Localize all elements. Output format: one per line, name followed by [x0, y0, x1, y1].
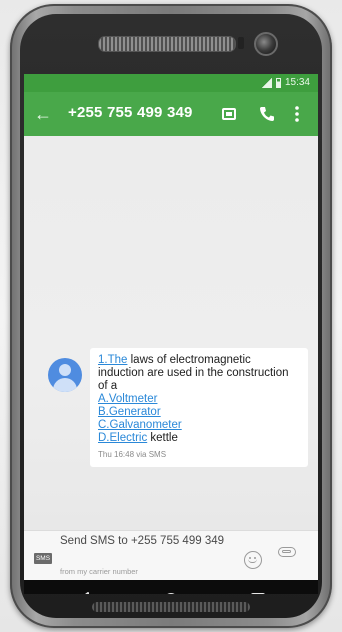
carrier-note: from my carrier number [60, 567, 138, 576]
status-indicators: 15:34 [260, 77, 310, 88]
option-a-link[interactable]: A.Voltmeter [98, 393, 300, 406]
status-time: 15:34 [284, 77, 310, 88]
more-vert-icon[interactable] [290, 103, 304, 125]
message-text: kettle [147, 432, 178, 444]
proximity-sensor [238, 37, 244, 49]
message-line: of a [98, 380, 118, 392]
message-text: laws of electromagnetic [127, 354, 251, 366]
status-bar: 15:34 [24, 74, 318, 92]
arrow-left-icon[interactable]: ← [32, 103, 54, 125]
nav-home-icon[interactable] [159, 588, 183, 594]
sms-badge: SMS [34, 553, 52, 564]
nav-back-icon[interactable] [72, 588, 96, 594]
option-d-link[interactable]: D.Electric [98, 432, 147, 444]
message-line: 1.The laws of electromagnetic [98, 354, 300, 367]
emoji-mouth [248, 559, 257, 563]
android-nav-bar [24, 580, 318, 594]
message-line: D.Electric kettle [98, 432, 300, 445]
phone-icon[interactable] [256, 103, 278, 125]
compose-input[interactable]: Send SMS to +255 755 499 349 [60, 535, 228, 548]
message-list[interactable]: 1.The laws of electromagnetic induction … [24, 136, 318, 530]
avatar-body [53, 378, 77, 392]
compose-bar: SMS Send SMS to +255 755 499 349 from my… [24, 530, 318, 581]
phone-screen: 15:34 ← +255 755 499 349 1.The laws of e… [24, 74, 318, 594]
attach-icon[interactable] [278, 547, 296, 557]
option-c-link[interactable]: C.Galvanometer [98, 419, 300, 432]
option-b-link[interactable]: B.Generator [98, 406, 300, 419]
message-line: induction are used in the construction [98, 367, 289, 379]
bottom-speaker [92, 602, 250, 612]
message-link[interactable]: 1.The [98, 354, 127, 366]
video-icon[interactable] [220, 103, 242, 125]
signal-icon [260, 77, 272, 88]
earpiece-speaker [98, 36, 236, 52]
conversation-title: +255 755 499 349 [68, 104, 193, 121]
contact-avatar[interactable] [48, 358, 82, 392]
incoming-message[interactable]: 1.The laws of electromagnetic induction … [90, 348, 308, 467]
front-camera [254, 32, 278, 56]
conversation-toolbar: ← +255 755 499 349 [24, 92, 318, 136]
emoji-icon[interactable] [244, 551, 262, 569]
message-timestamp: Thu 16:48 via SMS [98, 450, 167, 459]
avatar-head [59, 364, 71, 376]
nav-recents-icon[interactable] [246, 588, 270, 594]
battery-icon [275, 77, 281, 88]
